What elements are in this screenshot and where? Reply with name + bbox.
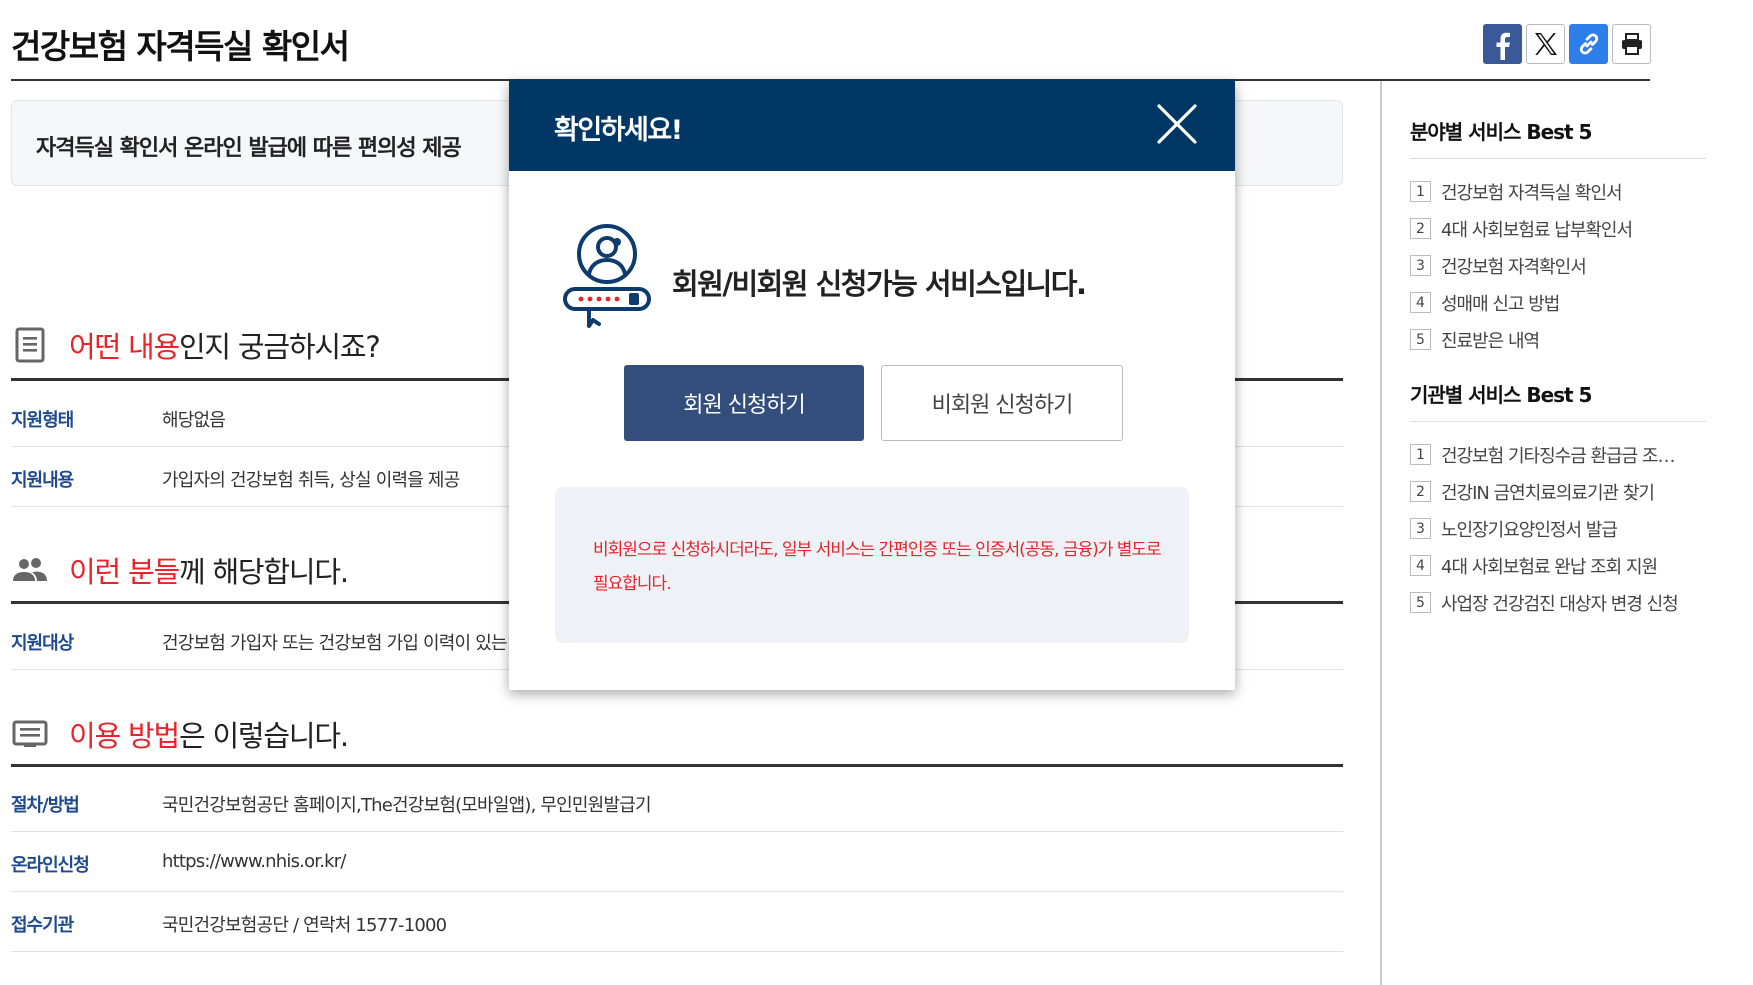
page: 건강보험 자격득실 확인서 자격득실 확인서 온라인 발급에 따른 편의성 제공… — [0, 0, 1753, 985]
print-button[interactable] — [1612, 24, 1651, 64]
share-toolbar — [1483, 24, 1651, 64]
row-label: 절차/방법 — [11, 795, 80, 816]
row-value: 국민건강보험공단 홈페이지,The건강보험(모바일앱), 무인민원발급기 — [162, 795, 652, 816]
print-icon — [1621, 33, 1642, 55]
list-icon — [12, 720, 48, 747]
sidebar-item[interactable]: 4 성매매 신고 방법 — [1410, 284, 1706, 321]
modal-message: 회원/비회원 신청가능 서비스입니다. — [672, 267, 1087, 301]
info-row: 온라인신청 https://www.nhis.or.kr/ — [11, 832, 1343, 892]
row-label: 지원형태 — [11, 410, 74, 431]
sidebar-item[interactable]: 1 건강보험 자격득실 확인서 — [1410, 173, 1706, 210]
sidebar-item[interactable]: 5 진료받은 내역 — [1410, 321, 1706, 358]
row-value: 해당없음 — [162, 410, 226, 431]
sidebar-item[interactable]: 3 건강보험 자격확인서 — [1410, 247, 1706, 284]
section-heading-highlight: 이런 분들 — [69, 555, 180, 589]
x-icon — [1534, 33, 1557, 55]
section-heading-rest: 은 이렇습니다. — [178, 719, 349, 753]
modal-header: 확인하세요! — [509, 80, 1235, 171]
sidebar-field-best: 분야별 서비스 Best 5 1 건강보험 자격득실 확인서 2 4대 사회보험료 … — [1410, 116, 1706, 358]
document-icon — [15, 327, 45, 363]
section-heading-content: 어떤 내용인지 궁금하시죠? — [11, 324, 381, 366]
sidebar-item[interactable]: 5 사업장 건강검진 대상자 변경 신청 — [1410, 584, 1706, 621]
sidebar-item[interactable]: 3 노인장기요양인정서 발급 — [1410, 510, 1706, 547]
section-heading-rest: 께 해당합니다. — [178, 555, 349, 589]
link-icon — [1579, 33, 1598, 55]
row-value: 건강보험 가입자 또는 건강보험 가입 이력이 있는 사 — [162, 633, 528, 654]
row-value: 가입자의 건강보험 취득, 상실 이력을 제공 — [162, 470, 460, 491]
modal-notice-text: 비회원으로 신청하시더라도, 일부 서비스는 간편인증 또는 인증서(공동, 금… — [593, 540, 1162, 594]
x-share-button[interactable] — [1526, 24, 1565, 64]
facebook-icon — [1487, 28, 1518, 60]
modal-close-button[interactable] — [1153, 100, 1201, 148]
row-label: 지원대상 — [11, 633, 74, 654]
close-icon — [1157, 104, 1197, 144]
info-row: 절차/방법 국민건강보험공단 홈페이지,The건강보험(모바일앱), 무인민원발… — [11, 772, 1343, 832]
row-label: 지원내용 — [11, 470, 74, 491]
confirm-modal: 확인하세요! 회원/비회원 신청가능 서비스입니다. 회원 신청하기 비회원 신… — [509, 80, 1235, 690]
online-apply-link[interactable]: https://www.nhis.or.kr/ — [162, 851, 346, 872]
sidebar-divider — [1380, 81, 1382, 985]
sidebar-item[interactable]: 4 4대 사회보험료 완납 조회 지원 — [1410, 547, 1706, 584]
section-heading-highlight: 어떤 내용 — [69, 330, 180, 364]
copy-link-button[interactable] — [1569, 24, 1608, 64]
sidebar-field-best-title: 분야별 서비스 Best 5 — [1410, 116, 1706, 159]
modal-title: 확인하세요! — [554, 115, 683, 146]
modal-notice-box: 비회원으로 신청하시더라도, 일부 서비스는 간편인증 또는 인증서(공동, 금… — [555, 487, 1189, 643]
sidebar-item[interactable]: 2 4대 사회보험료 납부확인서 — [1410, 210, 1706, 247]
member-login-icon — [563, 224, 651, 328]
people-icon — [13, 558, 47, 581]
member-apply-button[interactable]: 회원 신청하기 — [624, 365, 864, 441]
row-label: 온라인신청 — [11, 855, 90, 876]
sidebar-org-best: 기관별 서비스 Best 5 1 건강보험 기타징수금 환급금 조… 2 건강IN … — [1410, 379, 1706, 621]
section-heading-rest: 인지 궁금하시죠? — [178, 330, 381, 364]
row-value: 국민건강보험공단 / 연락처 1577-1000 — [162, 915, 447, 936]
sidebar-item[interactable]: 2 건강IN 금연치료의료기관 찾기 — [1410, 473, 1706, 510]
section-heading-target: 이런 분들께 해당합니다. — [11, 549, 349, 591]
nonmember-apply-button[interactable]: 비회원 신청하기 — [881, 365, 1123, 441]
sidebar-item[interactable]: 1 건강보험 기타징수금 환급금 조… — [1410, 436, 1706, 473]
summary-text: 자격득실 확인서 온라인 발급에 따른 편의성 제공 — [36, 136, 462, 161]
section-heading-highlight: 이용 방법 — [69, 719, 180, 753]
sidebar-org-best-title: 기관별 서비스 Best 5 — [1410, 379, 1706, 422]
section-heading-usage: 이용 방법은 이렇습니다. — [11, 713, 349, 755]
page-title: 건강보험 자격득실 확인서 — [11, 27, 350, 66]
info-row: 접수기관 국민건강보험공단 / 연락처 1577-1000 — [11, 892, 1343, 952]
facebook-share-button[interactable] — [1483, 24, 1522, 64]
row-label: 접수기관 — [11, 915, 74, 936]
section-divider — [11, 764, 1343, 767]
